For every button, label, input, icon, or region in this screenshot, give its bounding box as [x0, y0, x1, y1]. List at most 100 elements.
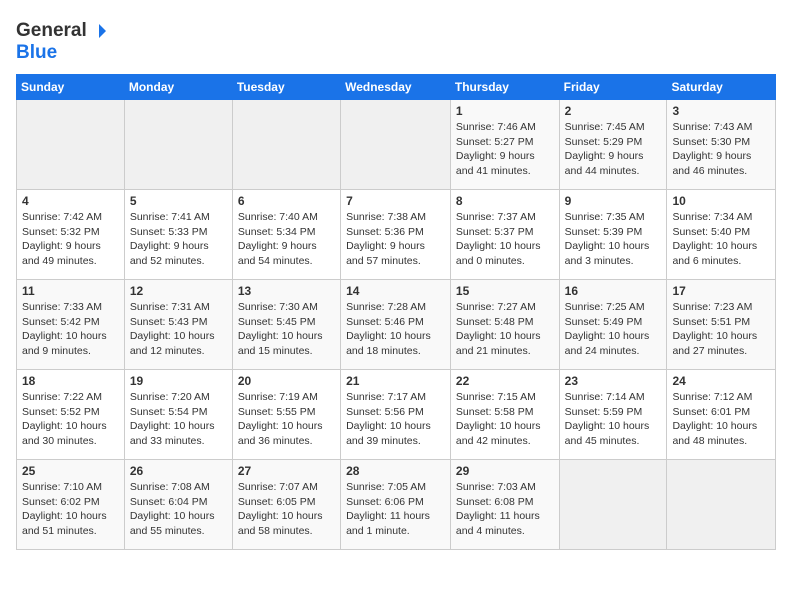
week-row-3: 11Sunrise: 7:33 AMSunset: 5:42 PMDayligh…	[17, 280, 776, 370]
day-info: Sunrise: 7:17 AMSunset: 5:56 PMDaylight:…	[346, 390, 445, 449]
calendar-cell: 4Sunrise: 7:42 AMSunset: 5:32 PMDaylight…	[17, 190, 125, 280]
day-number: 12	[130, 284, 227, 298]
day-number: 10	[672, 194, 770, 208]
calendar-cell: 5 Sunrise: 7:41 AMSunset: 5:33 PMDaylight…	[124, 190, 232, 280]
weekday-tuesday: Tuesday	[232, 75, 340, 100]
calendar-cell: 23 Sunrise: 7:14 AMSunset: 5:59 PMDayligh…	[559, 370, 667, 460]
weekday-header-row: SundayMondayTuesdayWednesdayThursdayFrid…	[17, 75, 776, 100]
weekday-saturday: Saturday	[667, 75, 776, 100]
day-info: Sunrise: 7:25 AMSunset: 5:49 PMDaylight:…	[565, 300, 662, 359]
day-info: Sunrise: 7:41 AMSunset: 5:33 PMDaylight:…	[130, 210, 227, 269]
day-info: Sunrise: 7:38 AMSunset: 5:36 PMDaylight:…	[346, 210, 445, 269]
svg-text:General: General	[16, 20, 87, 41]
day-number: 28	[346, 464, 445, 478]
day-number: 17	[672, 284, 770, 298]
day-number: 22	[456, 374, 554, 388]
day-info: Sunrise: 7:43 AMSunset: 5:30 PMDaylight:…	[672, 120, 770, 179]
day-info: Sunrise: 7:28 AMSunset: 5:46 PMDaylight:…	[346, 300, 445, 359]
weekday-wednesday: Wednesday	[341, 75, 451, 100]
calendar-cell: 26 Sunrise: 7:08 AMSunset: 6:04 PMDayligh…	[124, 460, 232, 550]
calendar-cell: 9 Sunrise: 7:35 AMSunset: 5:39 PMDaylight…	[559, 190, 667, 280]
week-row-1: 1 Sunrise: 7:46 AMSunset: 5:27 PMDaylight…	[17, 100, 776, 190]
calendar-cell: 7 Sunrise: 7:38 AMSunset: 5:36 PMDaylight…	[341, 190, 451, 280]
day-info: Sunrise: 7:15 AMSunset: 5:58 PMDaylight:…	[456, 390, 554, 449]
day-info: Sunrise: 7:19 AMSunset: 5:55 PMDaylight:…	[238, 390, 335, 449]
calendar-cell: 25 Sunrise: 7:10 AMSunset: 6:02 PMDayligh…	[17, 460, 125, 550]
day-info: Sunrise: 7:08 AMSunset: 6:04 PMDaylight:…	[130, 480, 227, 539]
calendar-cell: 11Sunrise: 7:33 AMSunset: 5:42 PMDayligh…	[17, 280, 125, 370]
day-info: Sunrise: 7:30 AMSunset: 5:45 PMDaylight:…	[238, 300, 335, 359]
calendar-cell: 21 Sunrise: 7:17 AMSunset: 5:56 PMDayligh…	[341, 370, 451, 460]
calendar-cell: 22 Sunrise: 7:15 AMSunset: 5:58 PMDayligh…	[450, 370, 559, 460]
day-number: 2	[565, 104, 662, 118]
day-info: Sunrise: 7:34 AMSunset: 5:40 PMDaylight:…	[672, 210, 770, 269]
day-number: 19	[130, 374, 227, 388]
day-number: 13	[238, 284, 335, 298]
calendar-cell	[17, 100, 125, 190]
calendar-cell: 13 Sunrise: 7:30 AMSunset: 5:45 PMDayligh…	[232, 280, 340, 370]
day-info: Sunrise: 7:05 AMSunset: 6:06 PMDaylight:…	[346, 480, 445, 539]
logo: General Blue	[16, 16, 106, 64]
page: General Blue SundayMondayTuesdayWednesda…	[0, 0, 792, 560]
day-number: 5	[130, 194, 227, 208]
day-number: 7	[346, 194, 445, 208]
day-number: 18	[22, 374, 119, 388]
day-number: 20	[238, 374, 335, 388]
day-info: Sunrise: 7:10 AMSunset: 6:02 PMDaylight:…	[22, 480, 119, 539]
day-info: Sunrise: 7:42 AMSunset: 5:32 PMDaylight:…	[22, 210, 119, 269]
day-number: 9	[565, 194, 662, 208]
week-row-5: 25 Sunrise: 7:10 AMSunset: 6:02 PMDayligh…	[17, 460, 776, 550]
calendar-cell: 3 Sunrise: 7:43 AMSunset: 5:30 PMDaylight…	[667, 100, 776, 190]
day-number: 14	[346, 284, 445, 298]
day-info: Sunrise: 7:35 AMSunset: 5:39 PMDaylight:…	[565, 210, 662, 269]
calendar-cell: 29 Sunrise: 7:03 AMSunset: 6:08 PMDayligh…	[450, 460, 559, 550]
calendar-cell	[124, 100, 232, 190]
weekday-friday: Friday	[559, 75, 667, 100]
day-info: Sunrise: 7:27 AMSunset: 5:48 PMDaylight:…	[456, 300, 554, 359]
svg-text:Blue: Blue	[16, 42, 57, 63]
day-info: Sunrise: 7:33 AMSunset: 5:42 PMDaylight:…	[22, 300, 119, 359]
day-info: Sunrise: 7:45 AMSunset: 5:29 PMDaylight:…	[565, 120, 662, 179]
day-info: Sunrise: 7:03 AMSunset: 6:08 PMDaylight:…	[456, 480, 554, 539]
calendar-cell: 17Sunrise: 7:23 AMSunset: 5:51 PMDayligh…	[667, 280, 776, 370]
calendar: SundayMondayTuesdayWednesdayThursdayFrid…	[16, 74, 776, 550]
weekday-monday: Monday	[124, 75, 232, 100]
day-number: 16	[565, 284, 662, 298]
day-number: 15	[456, 284, 554, 298]
day-number: 25	[22, 464, 119, 478]
day-info: Sunrise: 7:40 AMSunset: 5:34 PMDaylight:…	[238, 210, 335, 269]
day-number: 29	[456, 464, 554, 478]
day-number: 26	[130, 464, 227, 478]
calendar-cell: 8 Sunrise: 7:37 AMSunset: 5:37 PMDaylight…	[450, 190, 559, 280]
calendar-cell	[667, 460, 776, 550]
calendar-cell: 2 Sunrise: 7:45 AMSunset: 5:29 PMDaylight…	[559, 100, 667, 190]
calendar-cell: 6 Sunrise: 7:40 AMSunset: 5:34 PMDaylight…	[232, 190, 340, 280]
day-number: 21	[346, 374, 445, 388]
day-info: Sunrise: 7:37 AMSunset: 5:37 PMDaylight:…	[456, 210, 554, 269]
calendar-cell: 27Sunrise: 7:07 AMSunset: 6:05 PMDayligh…	[232, 460, 340, 550]
logo-svg: General Blue	[16, 16, 106, 64]
day-info: Sunrise: 7:31 AMSunset: 5:43 PMDaylight:…	[130, 300, 227, 359]
calendar-cell	[341, 100, 451, 190]
calendar-cell: 28 Sunrise: 7:05 AMSunset: 6:06 PMDayligh…	[341, 460, 451, 550]
day-number: 1	[456, 104, 554, 118]
day-info: Sunrise: 7:12 AMSunset: 6:01 PMDaylight:…	[672, 390, 770, 449]
week-row-2: 4Sunrise: 7:42 AMSunset: 5:32 PMDaylight…	[17, 190, 776, 280]
day-number: 3	[672, 104, 770, 118]
day-number: 8	[456, 194, 554, 208]
week-row-4: 18 Sunrise: 7:22 AMSunset: 5:52 PMDayligh…	[17, 370, 776, 460]
day-info: Sunrise: 7:14 AMSunset: 5:59 PMDaylight:…	[565, 390, 662, 449]
calendar-cell: 14 Sunrise: 7:28 AMSunset: 5:46 PMDayligh…	[341, 280, 451, 370]
calendar-cell	[232, 100, 340, 190]
day-number: 23	[565, 374, 662, 388]
calendar-cell: 18 Sunrise: 7:22 AMSunset: 5:52 PMDayligh…	[17, 370, 125, 460]
calendar-cell	[559, 460, 667, 550]
calendar-cell: 24Sunrise: 7:12 AMSunset: 6:01 PMDayligh…	[667, 370, 776, 460]
calendar-cell: 15 Sunrise: 7:27 AMSunset: 5:48 PMDayligh…	[450, 280, 559, 370]
weekday-thursday: Thursday	[450, 75, 559, 100]
day-info: Sunrise: 7:22 AMSunset: 5:52 PMDaylight:…	[22, 390, 119, 449]
day-number: 6	[238, 194, 335, 208]
day-number: 27	[238, 464, 335, 478]
day-info: Sunrise: 7:46 AMSunset: 5:27 PMDaylight:…	[456, 120, 554, 179]
calendar-cell: 12 Sunrise: 7:31 AMSunset: 5:43 PMDayligh…	[124, 280, 232, 370]
